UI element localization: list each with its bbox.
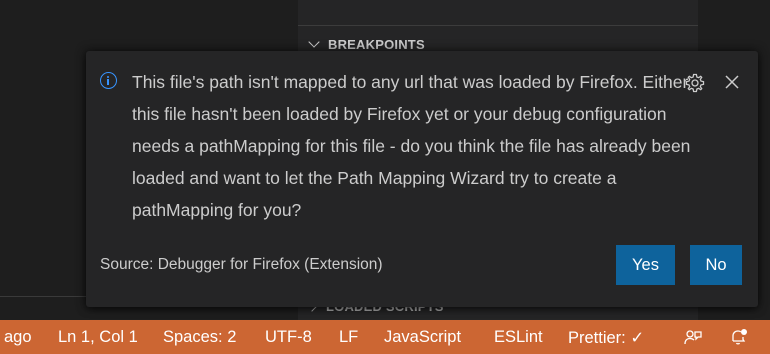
chevron-down-icon [308, 36, 320, 48]
status-line-ending[interactable]: LF [339, 328, 358, 347]
info-icon [100, 72, 117, 89]
no-button[interactable]: No [690, 245, 742, 285]
status-time-ago[interactable]: ago [4, 328, 32, 347]
status-eslint[interactable]: ESLint [494, 328, 543, 347]
gear-icon[interactable] [684, 72, 706, 94]
status-indentation[interactable]: Spaces: 2 [163, 328, 236, 347]
notification-toast: This file's path isn't mapped to any url… [86, 51, 758, 307]
status-cursor-position[interactable]: Ln 1, Col 1 [58, 328, 138, 347]
feedback-icon[interactable] [683, 329, 703, 347]
status-language-mode[interactable]: JavaScript [384, 328, 461, 347]
close-icon[interactable] [723, 72, 741, 92]
status-bar: ago Ln 1, Col 1 Spaces: 2 UTF-8 LF JavaS… [0, 320, 770, 354]
section-divider [298, 25, 698, 26]
notification-message: This file's path isn't mapped to any url… [132, 72, 691, 220]
breakpoints-header-label: BREAKPOINTS [328, 36, 425, 52]
notifications-bell-icon[interactable] [729, 327, 749, 347]
status-encoding[interactable]: UTF-8 [265, 328, 312, 347]
notification-source: Source: Debugger for Firefox (Extension) [100, 256, 383, 273]
yes-button[interactable]: Yes [616, 245, 675, 285]
status-prettier[interactable]: Prettier: ✓ [568, 328, 644, 348]
